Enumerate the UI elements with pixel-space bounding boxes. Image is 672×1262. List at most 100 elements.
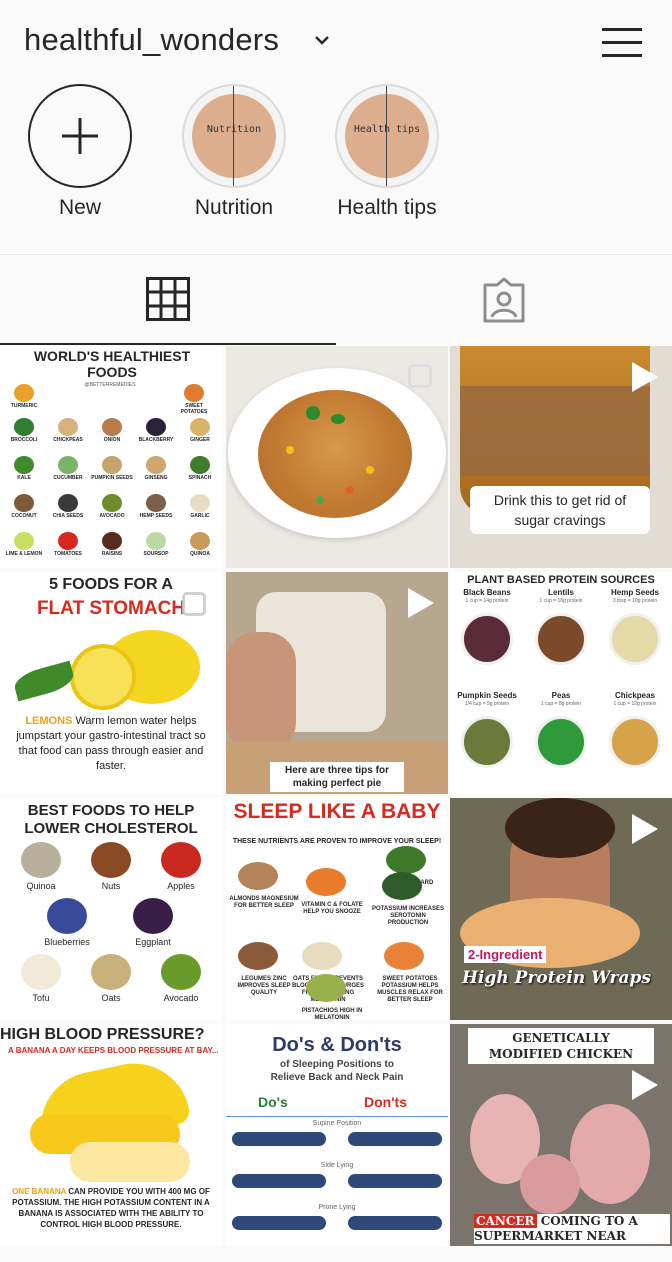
food-item: Tofu — [8, 954, 74, 1010]
food-label: Apples — [167, 881, 195, 891]
protein-image — [609, 716, 661, 768]
protein-item: Peas 1 cup = 8g protein — [524, 691, 598, 794]
food-image — [14, 494, 34, 512]
protein-image — [535, 716, 587, 768]
protein-name: Chickpeas — [614, 691, 656, 700]
caption-line: COMING TO A — [540, 1214, 638, 1228]
position-label: Prone Lying — [318, 1204, 356, 1211]
food-item: HEMP SEEDS — [134, 494, 178, 530]
food-label: SWEET POTATOES — [180, 403, 208, 415]
post-subtitle: A BANANA A DAY KEEPS BLOOD PRESSURE AT B… — [8, 1046, 219, 1055]
post-gmo-chicken[interactable]: GENETICALLY MODIFIED CHICKEN CANCER COMI… — [450, 1024, 672, 1246]
caption-line: making perfect pie — [292, 778, 382, 789]
post-fried-rice[interactable] — [226, 346, 448, 568]
header-divider — [226, 1116, 448, 1117]
new-highlight-button[interactable] — [28, 84, 132, 188]
post-body: ONE BANANA CAN PROVIDE YOU WITH 400 MG O… — [8, 1186, 214, 1230]
protein-name: Pumpkin Seeds — [457, 691, 517, 700]
food-image — [146, 456, 166, 474]
plus-icon — [62, 118, 98, 154]
food-label: QUINOA — [190, 551, 210, 557]
multiple-posts-icon — [182, 592, 206, 616]
highlight-label: New — [58, 196, 101, 219]
food-item: SPINACH — [178, 456, 222, 492]
food-image — [190, 532, 210, 550]
dos-label: Do's — [258, 1094, 288, 1110]
protein-name: Peas — [551, 691, 571, 700]
menu-icon[interactable] — [600, 22, 644, 62]
food-item: Oats — [78, 954, 144, 1010]
protein-item: Hemp Seeds 3 tbsp = 10g protein — [598, 588, 672, 691]
cover-circle — [345, 94, 429, 178]
food-image — [190, 494, 210, 512]
food-item: ONION — [90, 418, 134, 454]
reel-icon — [632, 1070, 658, 1100]
post-sugar-cravings[interactable]: Drink this to get rid of sugar cravings — [450, 346, 672, 568]
food-label: BROCCOLI — [10, 437, 38, 443]
protein-amount: 1 cup = 8g protein — [540, 701, 582, 707]
post-tag: 2-Ingredient — [464, 946, 547, 963]
post-title: HIGH BLOOD PRESSURE? — [0, 1026, 205, 1043]
rice-image — [258, 390, 412, 518]
body-figure-image — [232, 1216, 326, 1230]
post-title: LOWER CHOLESTEROL — [24, 820, 198, 837]
username-switcher[interactable]: healthful_wonders — [24, 22, 279, 58]
pea-image — [316, 496, 324, 504]
post-title: Do's & Don'ts — [272, 1034, 402, 1056]
caption-line: sugar cravings — [514, 512, 606, 528]
food-image — [161, 842, 201, 878]
protein-name: Black Beans — [463, 588, 511, 597]
protein-image — [535, 613, 587, 665]
post-flat-stomach[interactable]: 5 FOODS FOR A FLAT STOMACH LEMONS Warm l… — [0, 572, 222, 794]
food-label: KALE — [17, 475, 31, 481]
post-cholesterol[interactable]: BEST FOODS TO HELP LOWER CHOLESTEROL Qui… — [0, 798, 222, 1020]
post-blood-pressure[interactable]: HIGH BLOOD PRESSURE? A BANANA A DAY KEEP… — [0, 1024, 222, 1246]
carrot-image — [346, 486, 354, 494]
post-title: SLEEP LIKE A BABY — [233, 800, 441, 823]
tab-grid[interactable] — [0, 255, 336, 345]
reel-icon — [632, 362, 658, 392]
food-label: AVOCADO — [99, 513, 125, 519]
leaf-image — [11, 660, 77, 702]
tab-tagged[interactable] — [336, 255, 672, 345]
food-label: Quinoa — [26, 881, 56, 891]
food-label: CHICKPEAS — [53, 437, 83, 443]
post-healthiest-foods[interactable]: WORLD'S HEALTHIEST FOODS @BETTERREMEDIES… — [0, 346, 222, 568]
nutrient-image — [382, 872, 422, 900]
food-label: SOURSOP — [143, 551, 169, 557]
nutrient-grid: ALMONDS MAGNESIUM FOR BETTER SLEEP VITAMI… — [226, 846, 448, 1020]
post-sleeping-positions[interactable]: Do's & Don'ts of Sleeping Positions to R… — [226, 1024, 448, 1246]
post-protein-wraps[interactable]: 2-Ingredient High Protein Wraps — [450, 798, 672, 1020]
cover-line — [233, 86, 234, 186]
food-image — [14, 456, 34, 474]
nutrient-image — [306, 974, 346, 1002]
food-image — [21, 842, 61, 878]
food-item: Apples — [148, 842, 214, 898]
profile-header: healthful_wonders — [0, 0, 672, 84]
food-label: TOMATOES — [54, 551, 82, 557]
post-caption: High Protein Wraps — [462, 968, 651, 988]
highlight-cover[interactable]: Nutrition — [182, 84, 286, 188]
post-plant-protein[interactable]: PLANT BASED PROTEIN SOURCES Black Beans 1… — [450, 572, 672, 794]
post-sleep-like-a-baby[interactable]: SLEEP LIKE A BABY THESE NUTRIENTS ARE PR… — [226, 798, 448, 1020]
body-figure-image — [348, 1132, 442, 1146]
food-item: CHICKPEAS — [46, 418, 90, 454]
highlight-cover[interactable]: Health tips — [335, 84, 439, 188]
food-image — [161, 954, 201, 990]
food-label: CUCUMBER — [53, 475, 83, 481]
nutrient-image — [302, 942, 342, 970]
chevron-down-icon[interactable] — [314, 34, 330, 46]
nutrient-note: PISTACHIOS HIGH IN MELATONIN — [301, 1008, 363, 1020]
food-item: SOURSOP — [134, 532, 178, 568]
cover-text: Nutrition — [206, 124, 262, 135]
food-item: Eggplant — [120, 898, 186, 954]
highlight-label: Health tips — [337, 196, 437, 219]
nutrient-note: ALMONDS MAGNESIUM FOR BETTER SLEEP — [229, 896, 299, 909]
title-banner: GENETICALLY MODIFIED CHICKEN — [468, 1028, 654, 1064]
video-caption: Here are three tips for making perfect p… — [270, 762, 404, 792]
food-item: Blueberries — [34, 898, 100, 954]
food-image — [146, 532, 166, 550]
post-pie-tips[interactable]: Here are three tips for making perfect p… — [226, 572, 448, 794]
food-label: PUMPKIN SEEDS — [91, 475, 133, 481]
position-label: Supine Position — [312, 1120, 362, 1127]
